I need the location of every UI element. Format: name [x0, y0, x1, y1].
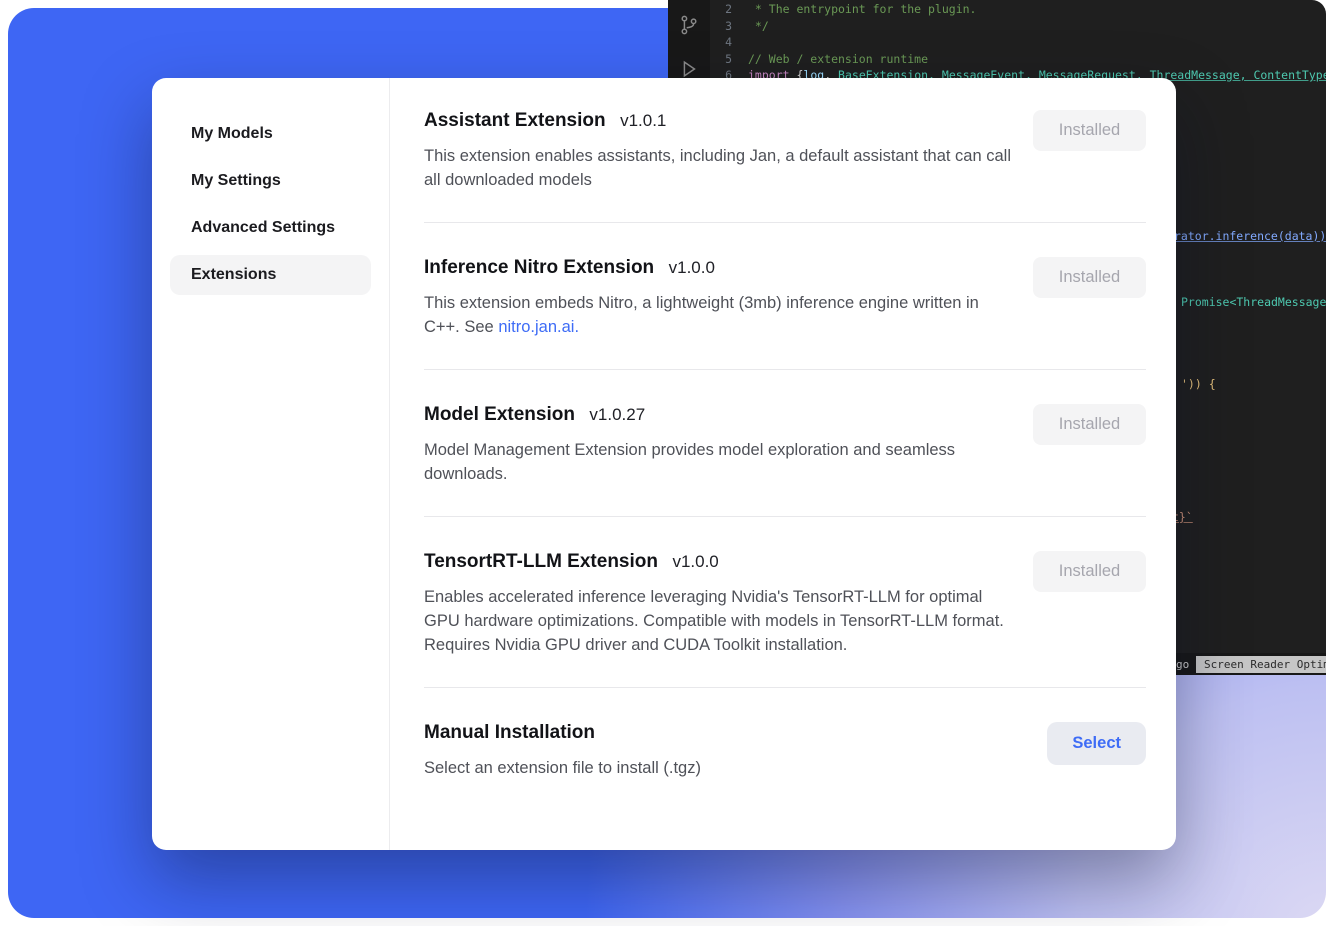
- manual-installation-description: Select an extension file to install (.tg…: [424, 756, 701, 780]
- screen-reader-notice[interactable]: Screen Reader Optimize: [1196, 656, 1326, 673]
- extension-info: Inference Nitro Extension v1.0.0 This ex…: [424, 257, 1012, 339]
- extension-info: TensortRT-LLM Extension v1.0.0 Enables a…: [424, 551, 1012, 657]
- installed-button[interactable]: Installed: [1033, 257, 1146, 298]
- code-text: * The entrypoint for the plugin.: [748, 1, 976, 18]
- section-divider: [424, 687, 1146, 688]
- installed-button[interactable]: Installed: [1033, 110, 1146, 151]
- extension-name: Inference Nitro Extension: [424, 257, 654, 278]
- sidebar-item-my-settings[interactable]: My Settings: [170, 161, 371, 201]
- code-line: 2 * The entrypoint for the plugin.: [710, 1, 1326, 18]
- manual-installation-title-row: Manual Installation: [424, 722, 701, 744]
- extension-version: v1.0.0: [669, 258, 715, 277]
- line-number: 2: [710, 1, 748, 18]
- installed-button[interactable]: Installed: [1033, 404, 1146, 445]
- line-number: 5: [710, 51, 748, 68]
- manual-installation-info: Manual Installation Select an extension …: [424, 722, 701, 780]
- extension-info: Assistant Extension v1.0.1 This extensio…: [424, 110, 1012, 192]
- sidebar-item-my-models[interactable]: My Models: [170, 114, 371, 154]
- installed-button[interactable]: Installed: [1033, 551, 1146, 592]
- line-number: 4: [710, 34, 748, 51]
- code-line: 4: [710, 34, 1326, 51]
- extension-description: Model Management Extension provides mode…: [424, 438, 1012, 486]
- code-line: 5 // Web / extension runtime: [710, 51, 1326, 68]
- extension-name: TensortRT-LLM Extension: [424, 551, 658, 572]
- code-fragment: rator.inference(data));: [1174, 229, 1326, 243]
- extension-title-row: TensortRT-LLM Extension v1.0.0: [424, 551, 1012, 573]
- run-and-debug-icon[interactable]: [678, 58, 700, 80]
- status-text: go: [1176, 658, 1189, 671]
- extension-section-model: Model Extension v1.0.27 Model Management…: [424, 402, 1146, 516]
- code-text: */: [748, 18, 769, 35]
- extension-description: This extension enables assistants, inclu…: [424, 144, 1012, 192]
- extension-version: v1.0.27: [589, 405, 645, 424]
- line-number: 3: [710, 18, 748, 35]
- extension-version: v1.0.0: [672, 552, 718, 571]
- extension-section-assistant: Assistant Extension v1.0.1 This extensio…: [424, 108, 1146, 222]
- sidebar-item-extensions[interactable]: Extensions: [170, 255, 371, 295]
- extension-title-row: Model Extension v1.0.27: [424, 404, 1012, 426]
- extension-description: This extension embeds Nitro, a lightweig…: [424, 291, 1012, 339]
- extension-description: Enables accelerated inference leveraging…: [424, 585, 1012, 657]
- extension-title-row: Inference Nitro Extension v1.0.0: [424, 257, 1012, 279]
- code-area: 2 * The entrypoint for the plugin. 3 */ …: [710, 0, 1326, 84]
- nitro-jan-ai-link[interactable]: nitro.jan.ai.: [498, 318, 579, 336]
- extensions-panel: Assistant Extension v1.0.1 This extensio…: [390, 78, 1176, 850]
- settings-sidebar: My Models My Settings Advanced Settings …: [152, 78, 390, 850]
- select-file-button[interactable]: Select: [1047, 722, 1146, 765]
- section-divider: [424, 369, 1146, 370]
- desktop-canvas: 2 * The entrypoint for the plugin. 3 */ …: [0, 0, 1326, 926]
- settings-modal: My Models My Settings Advanced Settings …: [152, 78, 1176, 850]
- extension-section-tensorrt: TensortRT-LLM Extension v1.0.0 Enables a…: [424, 549, 1146, 687]
- extension-version: v1.0.1: [620, 111, 666, 130]
- extension-title-row: Assistant Extension v1.0.1: [424, 110, 1012, 132]
- extension-name: Assistant Extension: [424, 110, 606, 131]
- code-fragment: ')) {: [1181, 377, 1216, 391]
- section-divider: [424, 222, 1146, 223]
- section-divider: [424, 516, 1146, 517]
- extension-info: Model Extension v1.0.27 Model Management…: [424, 404, 1012, 486]
- code-text: // Web / extension runtime: [748, 51, 928, 68]
- manual-installation-title: Manual Installation: [424, 722, 595, 743]
- sidebar-item-advanced-settings[interactable]: Advanced Settings: [170, 208, 371, 248]
- extension-name: Model Extension: [424, 404, 575, 425]
- manual-installation-section: Manual Installation Select an extension …: [424, 720, 1146, 810]
- source-control-icon[interactable]: [678, 14, 700, 36]
- code-line: 3 */: [710, 18, 1326, 35]
- code-fragment: Promise<ThreadMessage>: [1181, 295, 1326, 309]
- extension-section-nitro: Inference Nitro Extension v1.0.0 This ex…: [424, 255, 1146, 369]
